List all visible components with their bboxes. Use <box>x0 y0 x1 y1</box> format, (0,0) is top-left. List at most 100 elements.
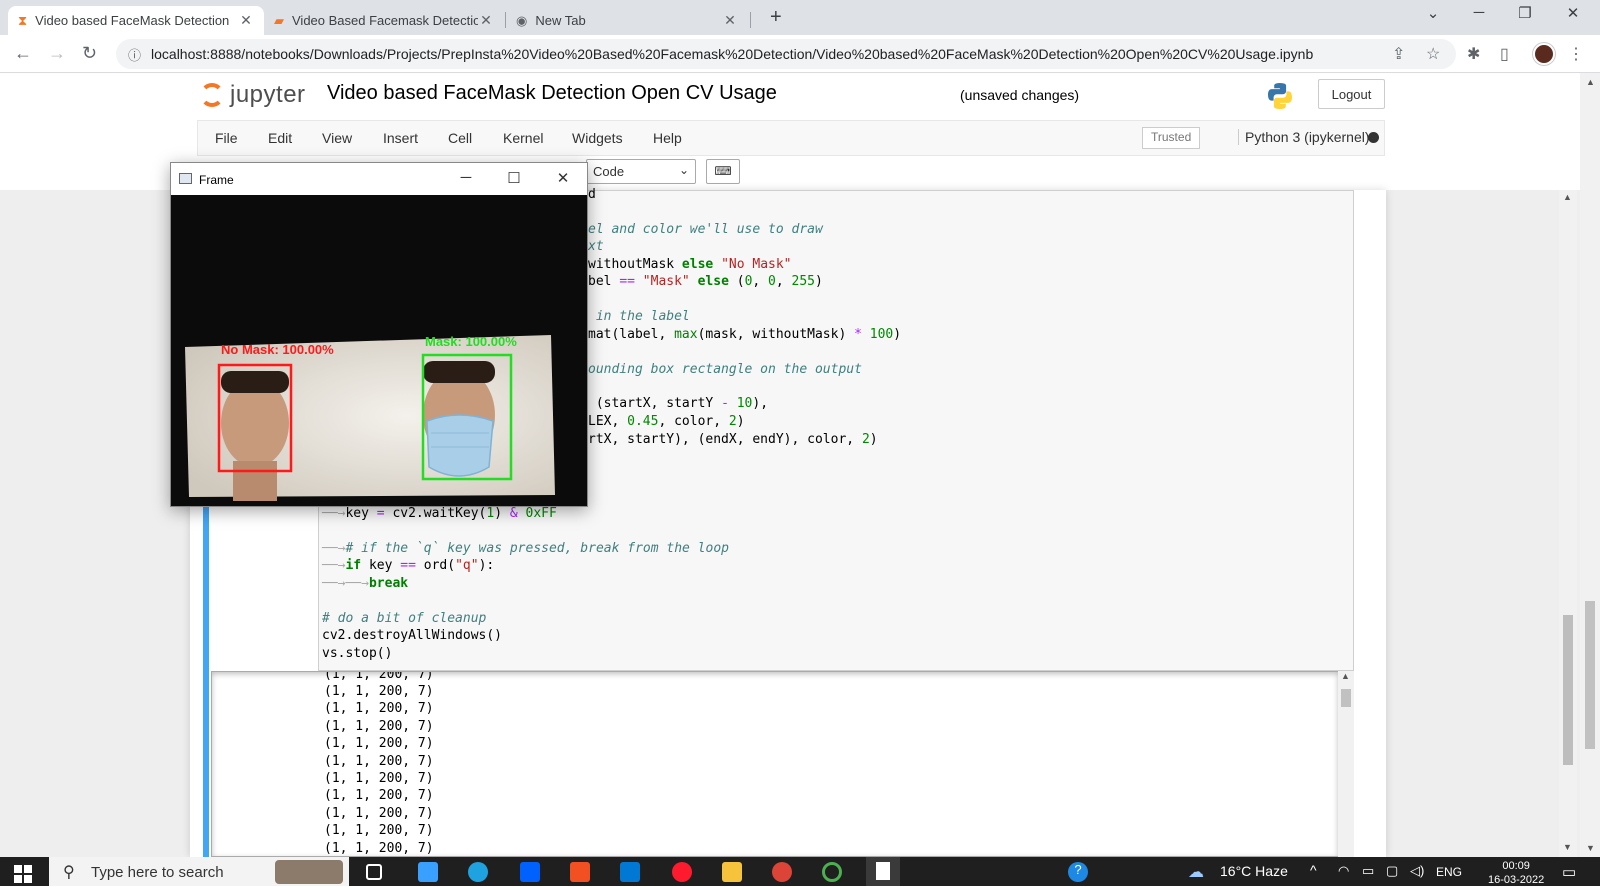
menu-kernel[interactable]: Kernel <box>503 130 543 146</box>
forward-icon[interactable]: → <box>48 43 66 64</box>
edge-icon[interactable] <box>468 862 488 882</box>
help-icon[interactable]: ? <box>1068 862 1088 882</box>
code-fragment: ) <box>869 432 878 447</box>
opera-icon[interactable] <box>672 862 692 882</box>
kernel-status-indicator <box>1368 132 1379 143</box>
menu-edit[interactable]: Edit <box>268 130 292 146</box>
tab-active[interactable]: ⧗ Video based FaceMask Detection ✕ <box>8 6 264 35</box>
operator: = <box>376 506 385 521</box>
scroll-down-icon[interactable]: ▼ <box>1563 842 1572 852</box>
windows-start-icon[interactable] <box>14 865 32 883</box>
weather-icon: ☁ <box>1188 864 1204 881</box>
tab-3[interactable]: ◉ New Tab ✕ <box>506 6 748 35</box>
dropbox-icon[interactable] <box>520 862 540 882</box>
chrome-icon: ◉ <box>516 12 528 28</box>
opencv-frame-window[interactable]: Frame ─ ☐ ✕ No Mask: 100.00% Mask: 100.0… <box>170 162 588 507</box>
chrome-icon[interactable] <box>772 862 792 882</box>
number: 0.45 <box>627 414 659 429</box>
output-line: (1, 1, 200, 7) <box>324 771 434 786</box>
minimize-icon[interactable]: ─ <box>1456 4 1502 21</box>
notebook-title[interactable]: Video based FaceMask Detection Open CV U… <box>327 82 777 105</box>
bookmark-star-icon[interactable]: ☆ <box>1426 44 1440 64</box>
menu-dots-icon[interactable]: ⋮ <box>1568 44 1584 64</box>
code-fragment <box>690 274 698 289</box>
sidepanel-icon[interactable]: ▯ <box>1500 44 1509 64</box>
notebook-scroll-thumb[interactable] <box>1563 615 1573 765</box>
restore-icon[interactable]: ❐ <box>1502 4 1548 22</box>
mail-icon[interactable] <box>620 862 640 882</box>
vscode-icon[interactable] <box>418 862 438 882</box>
page-scroll-thumb[interactable] <box>1585 601 1595 749</box>
tray-chevron-icon[interactable]: ^ <box>1310 862 1317 878</box>
menu-view[interactable]: View <box>322 130 352 146</box>
close-icon[interactable]: ✕ <box>238 12 254 29</box>
jupyter-logo-text: jupyter <box>230 81 306 108</box>
face-mask <box>426 414 494 477</box>
menu-cell[interactable]: Cell <box>448 130 472 146</box>
language-indicator[interactable]: ENG <box>1436 865 1462 879</box>
webcam-video-frame: No Mask: 100.00% Mask: 100.00% <box>171 195 587 506</box>
close-window-icon[interactable]: ✕ <box>1550 4 1596 22</box>
store-icon[interactable] <box>570 862 590 882</box>
reload-icon[interactable]: ↻ <box>82 43 97 64</box>
frame-titlebar[interactable]: Frame ─ ☐ ✕ <box>171 163 587 195</box>
clock-time: 00:09 <box>1502 860 1530 872</box>
weather-status[interactable]: 16°C Haze <box>1220 863 1288 879</box>
close-icon[interactable]: ✕ <box>478 12 494 29</box>
trusted-indicator[interactable]: Trusted <box>1142 127 1201 149</box>
code-line: ──→──→break <box>322 576 408 591</box>
notifications-icon[interactable]: ▭ <box>1562 863 1576 881</box>
menu-help[interactable]: Help <box>653 130 682 146</box>
code-fragment: key <box>345 506 377 521</box>
menu-widgets[interactable]: Widgets <box>572 130 623 146</box>
cell-output[interactable]: (1, 1, 200, 7) (1, 1, 200, 7) (1, 1, 200… <box>211 671 1339 857</box>
info-icon: ⓘ <box>128 47 142 63</box>
volume-icon[interactable]: ◁) <box>1410 863 1424 879</box>
code-fragment: ): <box>478 558 495 573</box>
jupyter-header: jupyter Video based FaceMask Detection O… <box>0 73 1580 120</box>
battery-icon[interactable]: ▭ <box>1362 863 1374 879</box>
code-line: vs.stop() <box>322 646 393 661</box>
scroll-up-icon[interactable]: ▲ <box>1586 77 1595 87</box>
close-icon[interactable]: ✕ <box>548 169 578 187</box>
share-icon[interactable]: ⇪ <box>1392 44 1405 64</box>
page-scrollbar[interactable]: ▲ ▼ <box>1580 73 1600 857</box>
number: 2 <box>861 432 870 447</box>
task-view-icon[interactable] <box>366 864 382 880</box>
new-tab-icon[interactable]: + <box>770 6 782 29</box>
code-line: el and color we'll use to draw <box>588 222 823 237</box>
keyboard-icon[interactable]: ⌨ <box>706 159 740 184</box>
taskbar-search-input[interactable]: ⚲ Type here to search <box>49 857 349 886</box>
code-line: # do a bit of cleanup <box>322 611 487 626</box>
cell-type-select[interactable]: Code ⌄ <box>586 159 696 184</box>
scroll-down-icon[interactable]: ▼ <box>1586 843 1595 853</box>
menu-insert[interactable]: Insert <box>383 130 418 146</box>
output-scroll-thumb[interactable] <box>1341 689 1351 707</box>
scroll-up-icon[interactable]: ▲ <box>1563 192 1572 202</box>
tab-2[interactable]: ▰ Video Based Facemask Detection ✕ <box>264 6 504 35</box>
profile-avatar[interactable] <box>1533 43 1555 65</box>
tab-title: Video Based Facemask Detection <box>292 13 478 28</box>
wifi-icon[interactable]: ◠ <box>1338 863 1349 879</box>
code-fragment: ) <box>893 327 902 342</box>
operator: * <box>854 327 862 342</box>
logout-button[interactable]: Logout <box>1318 79 1385 109</box>
maximize-icon[interactable]: ☐ <box>499 169 529 187</box>
tab-search-icon[interactable]: ⌄ <box>1410 4 1456 22</box>
output-scrollbar[interactable]: ▲ <box>1338 671 1354 857</box>
extensions-icon[interactable]: ✱ <box>1467 44 1480 64</box>
notebook-scrollbar[interactable]: ▲ ▼ <box>1559 190 1577 857</box>
url-field[interactable]: ⓘ localhost:8888/notebooks/Downloads/Pro… <box>116 39 1456 69</box>
close-icon[interactable]: ✕ <box>722 12 738 29</box>
no-mask-label: No Mask: 100.00% <box>221 342 334 357</box>
scroll-up-icon[interactable]: ▲ <box>1341 671 1350 681</box>
file-explorer-icon[interactable] <box>722 862 742 882</box>
active-app-slot[interactable] <box>866 857 900 886</box>
loading-app-icon[interactable] <box>822 862 842 882</box>
display-icon[interactable]: ▢ <box>1386 863 1398 879</box>
menu-file[interactable]: File <box>215 130 238 146</box>
jupyter-logo[interactable]: jupyter <box>200 81 306 109</box>
back-icon[interactable]: ← <box>14 43 32 64</box>
taskbar-clock[interactable]: 00:09 16-03-2022 <box>1488 859 1544 887</box>
minimize-icon[interactable]: ─ <box>451 169 481 186</box>
